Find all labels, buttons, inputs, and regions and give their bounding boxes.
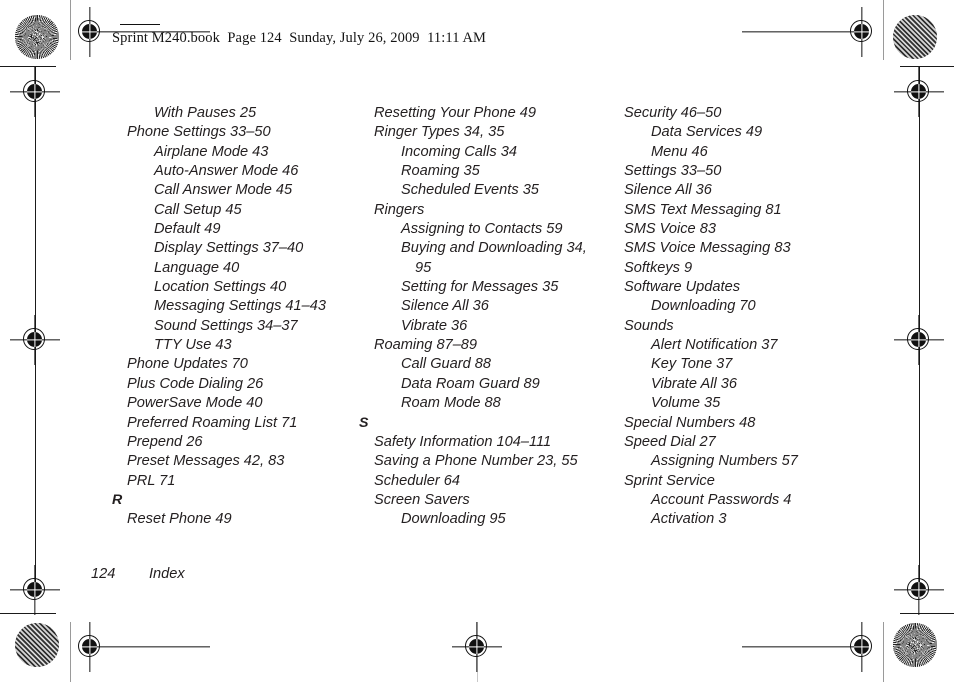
color-target-bottom-right <box>893 623 937 667</box>
index-subentry: Call Guard 88 <box>401 356 492 373</box>
index-subentry: Assigning Numbers 57 <box>651 453 798 470</box>
index-subentry: Incoming Calls 34 <box>401 143 517 160</box>
index-subentry: Roaming 35 <box>401 163 480 180</box>
index-subentry: Downloading 95 <box>401 511 506 528</box>
index-entry: Roaming 87–89 <box>374 337 478 354</box>
index-subentry: Data Services 49 <box>651 124 763 141</box>
index-entry: Screen Savers <box>374 491 470 508</box>
index-entry: Phone Settings 33–50 <box>127 124 271 141</box>
index-entry: Prepend 26 <box>127 433 203 450</box>
registration-mark-lower-left <box>10 565 60 615</box>
index-entry: Preferred Roaming List 71 <box>127 414 298 431</box>
index-entry: Resetting Your Phone 49 <box>374 105 537 121</box>
index-subentry: Vibrate All 36 <box>651 375 737 392</box>
index-entry: Software Updates <box>624 279 741 296</box>
index-subentry: Call Answer Mode 45 <box>154 182 293 199</box>
index-section-letter: R <box>112 491 123 508</box>
index-subentry: Assigning to Contacts 59 <box>401 221 563 238</box>
running-head-rule <box>120 24 160 26</box>
color-target-top-right <box>893 15 937 59</box>
index-subentry: Scheduled Events 35 <box>401 182 539 199</box>
document-page: Sprint M240.book Page 124 Sunday, July 2… <box>0 0 954 682</box>
index-subentry: Airplane Mode 43 <box>154 143 269 160</box>
index-entry: Preset Messages 42, 83 <box>127 453 285 470</box>
index-entry: Safety Information 104–111 <box>374 433 552 450</box>
color-target-top-left <box>15 15 59 59</box>
index-subentry: Display Settings 37–40 <box>154 240 304 257</box>
index-subentry: Roam Mode 88 <box>401 395 501 412</box>
index-subentry: Vibrate 36 <box>401 317 468 334</box>
index-entry: SMS Voice Messaging 83 <box>624 240 791 257</box>
index-entry: Reset Phone 49 <box>127 511 232 528</box>
index-entry: SMS Voice 83 <box>624 221 716 238</box>
footer-section-label: Index <box>149 566 185 582</box>
index-column-3: Security 46–50 Data Services 49 Menu 46 Set… <box>624 104 854 530</box>
index-subentry: Silence All 36 <box>401 298 489 315</box>
index-entry: Phone Updates 70 <box>127 356 248 373</box>
index-subentry: With Pauses 25 <box>154 105 257 121</box>
crop-rule-top-right <box>900 66 954 67</box>
index-subentry: Setting for Messages 35 <box>401 279 559 296</box>
index-entry: Security 46–50 <box>624 105 722 121</box>
index-entry: Sounds <box>624 317 674 334</box>
page-footer: 124 Index <box>91 566 185 582</box>
index-entry: Silence All 36 <box>624 182 712 199</box>
index-subentry: Account Passwords 4 <box>651 491 792 508</box>
index-entry: Ringer Types 34, 35 <box>374 124 505 141</box>
footer-page-number: 124 <box>91 566 116 582</box>
index-subentry: Auto-Answer Mode 46 <box>154 163 299 180</box>
registration-mark-top-left <box>67 7 210 57</box>
index-entry: Speed Dial 27 <box>624 433 716 450</box>
color-target-bottom-left <box>15 623 59 667</box>
index-subentry: Volume 35 <box>651 395 721 412</box>
registration-mark-top-right <box>742 7 885 57</box>
registration-mark-bottom-center <box>452 622 502 672</box>
index-subentry: Sound Settings 34–37 <box>154 317 298 334</box>
index-subentry: Downloading 70 <box>651 298 756 315</box>
index-column-2: Resetting Your Phone 49 Ringer Types 34, … <box>359 104 596 530</box>
crop-rule-top-left <box>0 66 56 67</box>
index-section-letter: S <box>359 414 369 431</box>
index-subentry: Call Setup 45 <box>154 201 242 218</box>
index-subentry: Buying and Downloading 34, 95 <box>401 240 591 276</box>
index-subentry: Messaging Settings 41–43 <box>154 298 326 315</box>
index-entry: PRL 71 <box>127 472 176 489</box>
index-column-1: With Pauses 25 Phone Settings 33–50 Airpla… <box>112 104 342 530</box>
index-subentry: Menu 46 <box>651 143 708 160</box>
index-entry: Settings 33–50 <box>624 163 722 180</box>
index-entry: Ringers <box>374 201 425 218</box>
index-subentry: Data Roam Guard 89 <box>401 375 540 392</box>
index-subentry: Location Settings 40 <box>154 279 287 296</box>
index-subentry: Default 49 <box>154 221 221 238</box>
crop-rule-bottom-left <box>0 613 56 614</box>
index-entry: Scheduler 64 <box>374 472 461 489</box>
index-subentry: Activation 3 <box>651 511 727 528</box>
registration-mark-bottom-left <box>67 622 210 672</box>
index-subentry: TTY Use 43 <box>154 337 232 354</box>
index-entry: Softkeys 9 <box>624 259 693 276</box>
index-columns: With Pauses 25 Phone Settings 33–50 Airpla… <box>0 104 954 544</box>
running-head: Sprint M240.book Page 124 Sunday, July 2… <box>112 30 487 46</box>
index-entry: PowerSave Mode 40 <box>127 395 263 412</box>
index-subentry: Alert Notification 37 <box>651 337 778 354</box>
registration-mark-bottom-right <box>742 622 885 672</box>
index-entry: Plus Code Dialing 26 <box>127 375 264 392</box>
index-subentry: Key Tone 37 <box>651 356 733 373</box>
index-subentry: Language 40 <box>154 259 240 276</box>
registration-mark-lower-right <box>894 565 944 615</box>
index-entry: Special Numbers 48 <box>624 414 756 431</box>
index-entry: Sprint Service <box>624 472 715 489</box>
index-entry: Saving a Phone Number 23, 55 <box>374 453 578 470</box>
crop-rule-bottom-right <box>900 613 954 614</box>
index-entry: SMS Text Messaging 81 <box>624 201 782 218</box>
